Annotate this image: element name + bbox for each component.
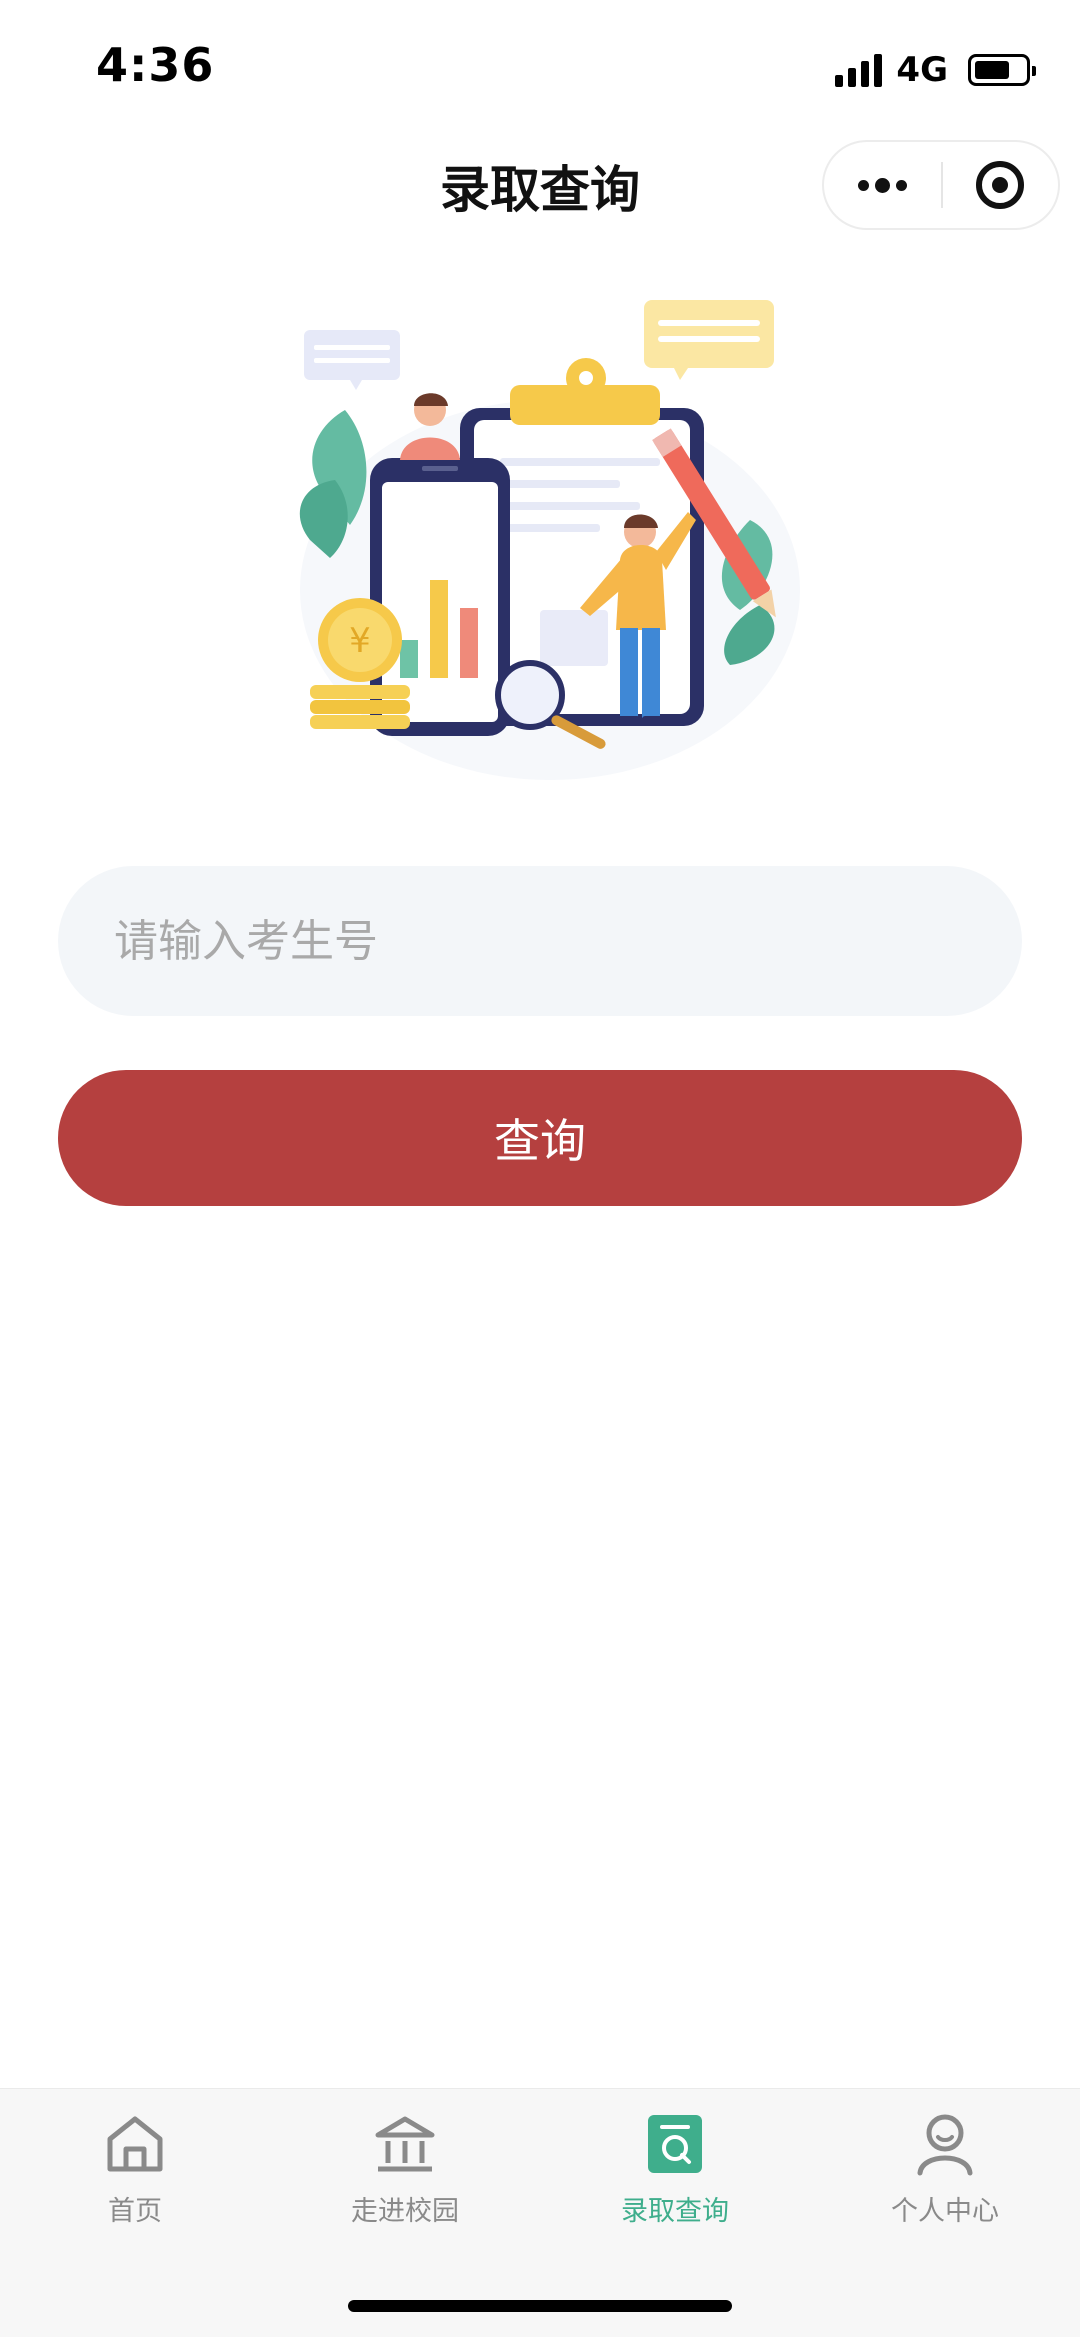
status-bar: 4:36 4G [0, 0, 1080, 130]
status-indicators: 4G [835, 50, 1036, 90]
chat-bubble-left [304, 330, 400, 390]
tab-profile[interactable]: 个人中心 [810, 2111, 1080, 2228]
close-icon [976, 161, 1025, 209]
page: 4:36 4G 录取查询 ¥ 请输入考生号 查询 首页 走进校园 录取查询 个人… [0, 0, 1080, 2337]
network-type: 4G [896, 50, 948, 90]
tab-admission-query-label: 录取查询 [621, 2196, 729, 2227]
query-button[interactable]: 查询 [58, 1070, 1022, 1206]
tab-campus[interactable]: 走进校园 [270, 2111, 540, 2228]
home-indicator [348, 2300, 732, 2312]
tab-admission-query[interactable]: 录取查询 [540, 2111, 810, 2228]
tab-home[interactable]: 首页 [0, 2111, 270, 2228]
user-icon [917, 2114, 973, 2176]
chat-bubble-right [644, 300, 774, 380]
mini-program-capsule [822, 140, 1060, 230]
close-button[interactable] [943, 142, 1058, 228]
more-button[interactable] [824, 142, 941, 228]
svg-text:¥: ¥ [349, 621, 371, 661]
campus-icon [375, 2116, 435, 2172]
status-time: 4:36 [96, 38, 215, 92]
student-number-field-wrapper [58, 866, 1022, 1016]
home-icon [107, 2116, 163, 2172]
admission-query-icon [648, 2115, 702, 2173]
signal-icon [835, 53, 883, 87]
tab-profile-label: 个人中心 [891, 2196, 999, 2227]
battery-icon [968, 54, 1036, 86]
query-illustration: ¥ [299, 300, 800, 780]
student-number-input[interactable] [58, 866, 1022, 1016]
tab-home-label: 首页 [108, 2196, 162, 2227]
tab-campus-label: 走进校园 [351, 2196, 459, 2227]
